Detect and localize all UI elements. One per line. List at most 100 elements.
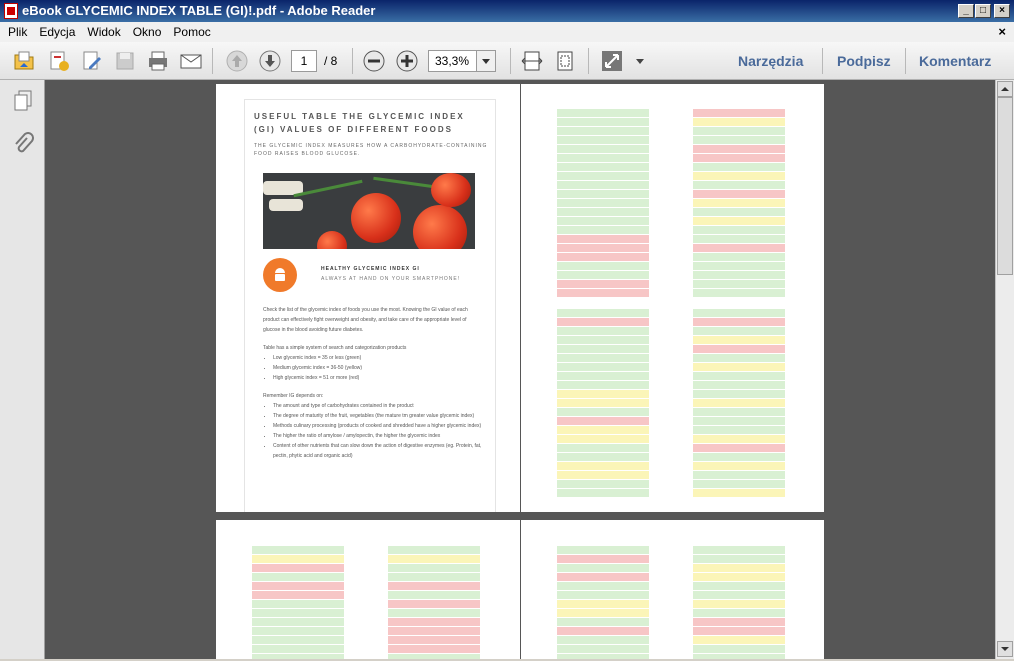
fit-page-icon[interactable] (553, 49, 577, 73)
table-row (388, 618, 480, 627)
table-row (252, 591, 344, 600)
list-item: The degree of maturity of the fruit, veg… (273, 411, 485, 421)
arrow-down-icon[interactable] (258, 49, 282, 73)
table-row (557, 327, 649, 336)
chevron-down-icon[interactable] (476, 51, 495, 71)
table-row (557, 627, 649, 636)
maximize-button[interactable]: □ (975, 4, 991, 18)
table-row (693, 154, 785, 163)
table-row (557, 289, 649, 298)
fullscreen-icon[interactable] (600, 49, 624, 73)
pages-icon[interactable] (13, 90, 33, 112)
table-row (557, 145, 649, 154)
table-row (557, 253, 649, 262)
gi-table (693, 309, 785, 498)
vertical-scrollbar[interactable] (995, 80, 1014, 659)
scroll-up-button[interactable] (997, 81, 1013, 97)
toolbar-separator (588, 48, 589, 74)
app-promo-subtitle: ALWAYS AT HAND ON YOUR SMARTPHONE! (321, 276, 461, 282)
edit-icon[interactable] (80, 49, 104, 73)
chevron-down-icon[interactable] (634, 49, 646, 73)
table-row (693, 235, 785, 244)
minus-icon[interactable] (362, 49, 386, 73)
table-row (557, 354, 649, 363)
arrow-up-icon[interactable] (225, 49, 249, 73)
document-subtitle: THE GLYCEMIC INDEX MEASURES HOW A CARBOH… (254, 143, 488, 157)
toolbar-separator (212, 48, 213, 74)
table-row (693, 136, 785, 145)
table-row (693, 336, 785, 345)
gi-table (557, 309, 649, 498)
print-icon[interactable] (146, 49, 170, 73)
pdf-page-1[interactable]: USEFUL TABLE THE GLYCEMIC INDEX (GI) VAL… (216, 84, 520, 512)
table-row (252, 627, 344, 636)
document-close-button[interactable]: × (998, 22, 1006, 42)
pdf-page-3[interactable] (216, 520, 520, 659)
pdf-page-4[interactable] (521, 520, 824, 659)
email-icon[interactable] (179, 49, 203, 73)
plus-icon[interactable] (395, 49, 419, 73)
table-row (693, 555, 785, 564)
table-row (557, 372, 649, 381)
menu-help[interactable]: Pomoc (169, 22, 214, 42)
toolbar-separator (352, 48, 353, 74)
tools-pane-link[interactable]: Narzędzia (738, 42, 803, 80)
table-row (693, 172, 785, 181)
table-row (557, 235, 649, 244)
list-item: High glycemic index = 51 or more (red) (273, 373, 485, 383)
table-row (557, 609, 649, 618)
scroll-down-button[interactable] (997, 641, 1013, 657)
menu-window[interactable]: Okno (129, 22, 166, 42)
scrollbar-thumb[interactable] (997, 97, 1013, 275)
window-title-bar[interactable]: eBook GLYCEMIC INDEX TABLE (GI)!.pdf - A… (0, 0, 1014, 22)
table-row (557, 363, 649, 372)
table-row (693, 244, 785, 253)
comment-pane-link[interactable]: Komentarz (919, 42, 991, 80)
fit-width-icon[interactable] (520, 49, 544, 73)
table-row (557, 417, 649, 426)
app-promo-title: HEALTHY GLYCEMIC INDEX GI (321, 266, 420, 272)
save-icon[interactable] (113, 49, 137, 73)
table-row (557, 318, 649, 327)
table-row (252, 645, 344, 654)
table-row (693, 363, 785, 372)
table-row (693, 217, 785, 226)
table-row (557, 591, 649, 600)
table-row (252, 573, 344, 582)
table-row (557, 618, 649, 627)
open-icon[interactable] (12, 49, 36, 73)
table-row (693, 271, 785, 280)
table-row (557, 172, 649, 181)
arrow-down-icon (1001, 647, 1009, 651)
table-row (557, 345, 649, 354)
table-row (693, 390, 785, 399)
document-view[interactable]: USEFUL TABLE THE GLYCEMIC INDEX (GI) VAL… (45, 80, 995, 659)
close-button[interactable]: × (994, 4, 1010, 18)
paperclip-icon[interactable] (12, 132, 34, 156)
table-row (388, 573, 480, 582)
pdf-page-2[interactable] (521, 84, 824, 512)
table-row (388, 636, 480, 645)
table-row (252, 555, 344, 564)
sign-pane-link[interactable]: Podpisz (837, 42, 891, 80)
menu-view[interactable]: Widok (83, 22, 124, 42)
minimize-button[interactable]: _ (958, 4, 974, 18)
menu-file[interactable]: Plik (4, 22, 31, 42)
page-number-input[interactable]: 1 (291, 50, 317, 72)
table-row (557, 435, 649, 444)
table-row (388, 654, 480, 659)
table-row (557, 444, 649, 453)
table-row (693, 453, 785, 462)
window-title: eBook GLYCEMIC INDEX TABLE (GI)!.pdf - A… (22, 3, 376, 18)
table-row (693, 600, 785, 609)
table-row (388, 645, 480, 654)
create-pdf-icon[interactable] (47, 49, 71, 73)
table-row (693, 654, 785, 659)
zoom-select[interactable]: 33,3% (428, 50, 496, 72)
table-row (693, 399, 785, 408)
table-row (388, 582, 480, 591)
menu-edit[interactable]: Edycja (35, 22, 79, 42)
table-row (693, 145, 785, 154)
table-row (252, 600, 344, 609)
android-icon (275, 268, 285, 281)
